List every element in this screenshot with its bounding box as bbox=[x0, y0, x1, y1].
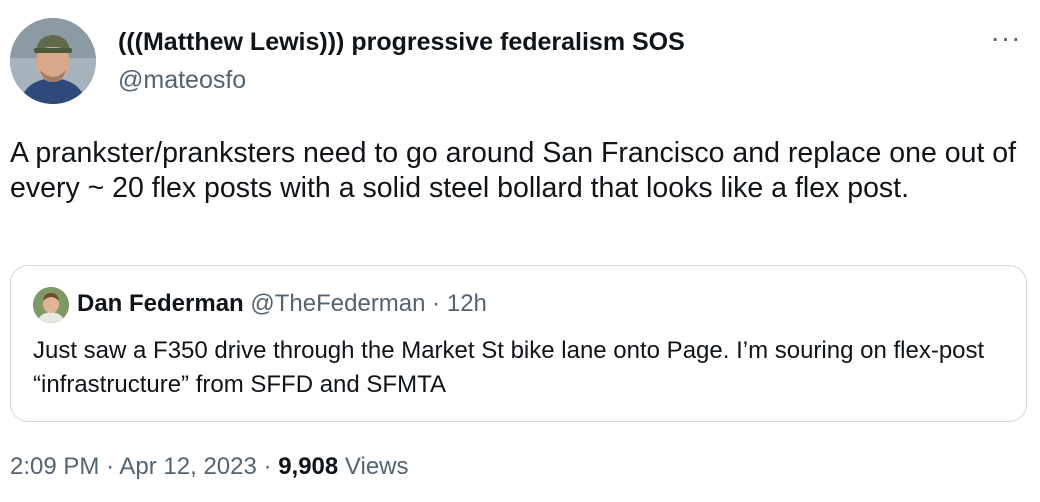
author-handle[interactable]: @mateosfo bbox=[118, 66, 246, 95]
quoted-author-handle[interactable]: @TheFederman bbox=[250, 290, 425, 317]
quoted-author-display-name[interactable]: Dan Federman bbox=[77, 290, 244, 317]
views-label: Views bbox=[344, 453, 409, 480]
quoted-tweet-card[interactable]: Dan Federman @TheFederman · 12h Just saw… bbox=[10, 265, 1027, 422]
tweet-date[interactable]: Apr 12, 2023 bbox=[119, 453, 256, 480]
meta-separator: · bbox=[106, 453, 115, 480]
tweet-time[interactable]: 2:09 PM bbox=[10, 453, 99, 480]
meta-separator-2: · bbox=[263, 453, 272, 480]
quoted-author-avatar-image bbox=[33, 287, 69, 323]
author-avatar[interactable] bbox=[10, 18, 96, 104]
quoted-tweet-text: Just saw a F350 drive through the Market… bbox=[33, 337, 985, 398]
quoted-author-avatar[interactable] bbox=[33, 287, 69, 323]
author-avatar-image bbox=[10, 18, 96, 104]
tweet-author-row: (((Matthew Lewis))) progressive federali… bbox=[10, 18, 1030, 108]
author-display-name[interactable]: (((Matthew Lewis))) progressive federali… bbox=[118, 28, 685, 57]
quoted-tweet-age[interactable]: 12h bbox=[447, 290, 487, 317]
tweet-meta-row: 2:09 PM · Apr 12, 2023 · 9,908 Views bbox=[10, 453, 409, 481]
views-count: 9,908 bbox=[278, 453, 339, 480]
tweet-text: A prankster/pranksters need to go around… bbox=[10, 137, 1017, 204]
more-options-button[interactable]: ··· bbox=[986, 24, 1026, 58]
quoted-tweet-header: Dan Federman @TheFederman · 12h bbox=[77, 290, 487, 318]
quoted-meta-separator: · bbox=[432, 290, 441, 317]
more-horizontal-icon: ··· bbox=[990, 22, 1022, 53]
tweet: (((Matthew Lewis))) progressive federali… bbox=[0, 0, 1040, 502]
